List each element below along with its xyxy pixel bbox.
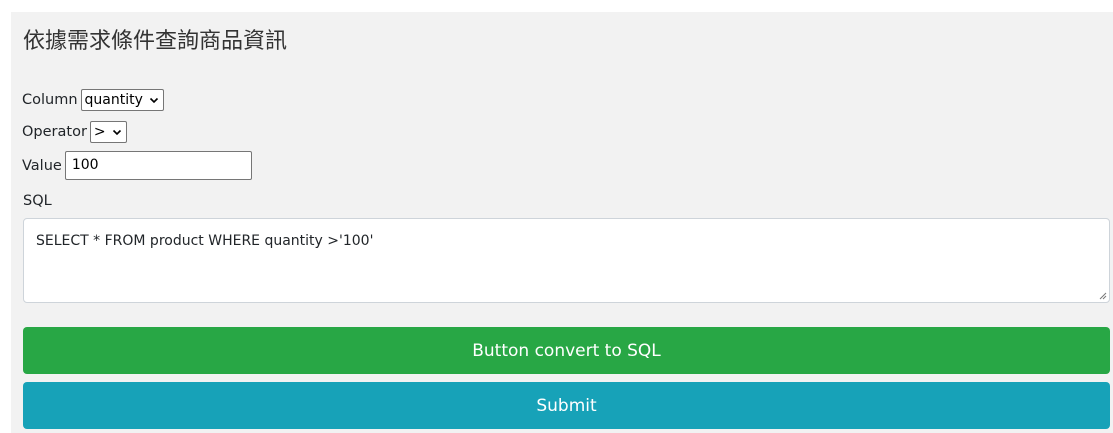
chevron-down-icon [112,129,121,136]
submit-button[interactable]: Submit [23,382,1110,429]
operator-select[interactable]: > [89,121,127,143]
query-panel: 依據需求條件查詢商品資訊 Column quantity Operator > … [11,12,1113,433]
page-title: 依據需求條件查詢商品資訊 [23,29,288,54]
sql-label: SQL [23,193,52,209]
value-row: Value 100 [22,151,252,180]
column-row: Column quantity [22,89,164,111]
sql-textarea[interactable]: SELECT * FROM product WHERE quantity >'1… [23,218,1110,303]
value-label: Value [22,157,62,174]
convert-to-sql-button[interactable]: Button convert to SQL [23,327,1110,374]
column-select-value: quantity [84,92,143,108]
operator-select-value: > [93,124,106,140]
operator-label: Operator [22,124,87,140]
value-input[interactable]: 100 [64,151,252,180]
resize-grip-icon[interactable] [1097,290,1107,300]
column-label: Column [22,92,78,108]
column-select[interactable]: quantity [80,89,164,111]
sql-text: SELECT * FROM product WHERE quantity >'1… [36,233,374,249]
chevron-down-icon [149,97,158,104]
operator-row: Operator > [22,121,127,143]
